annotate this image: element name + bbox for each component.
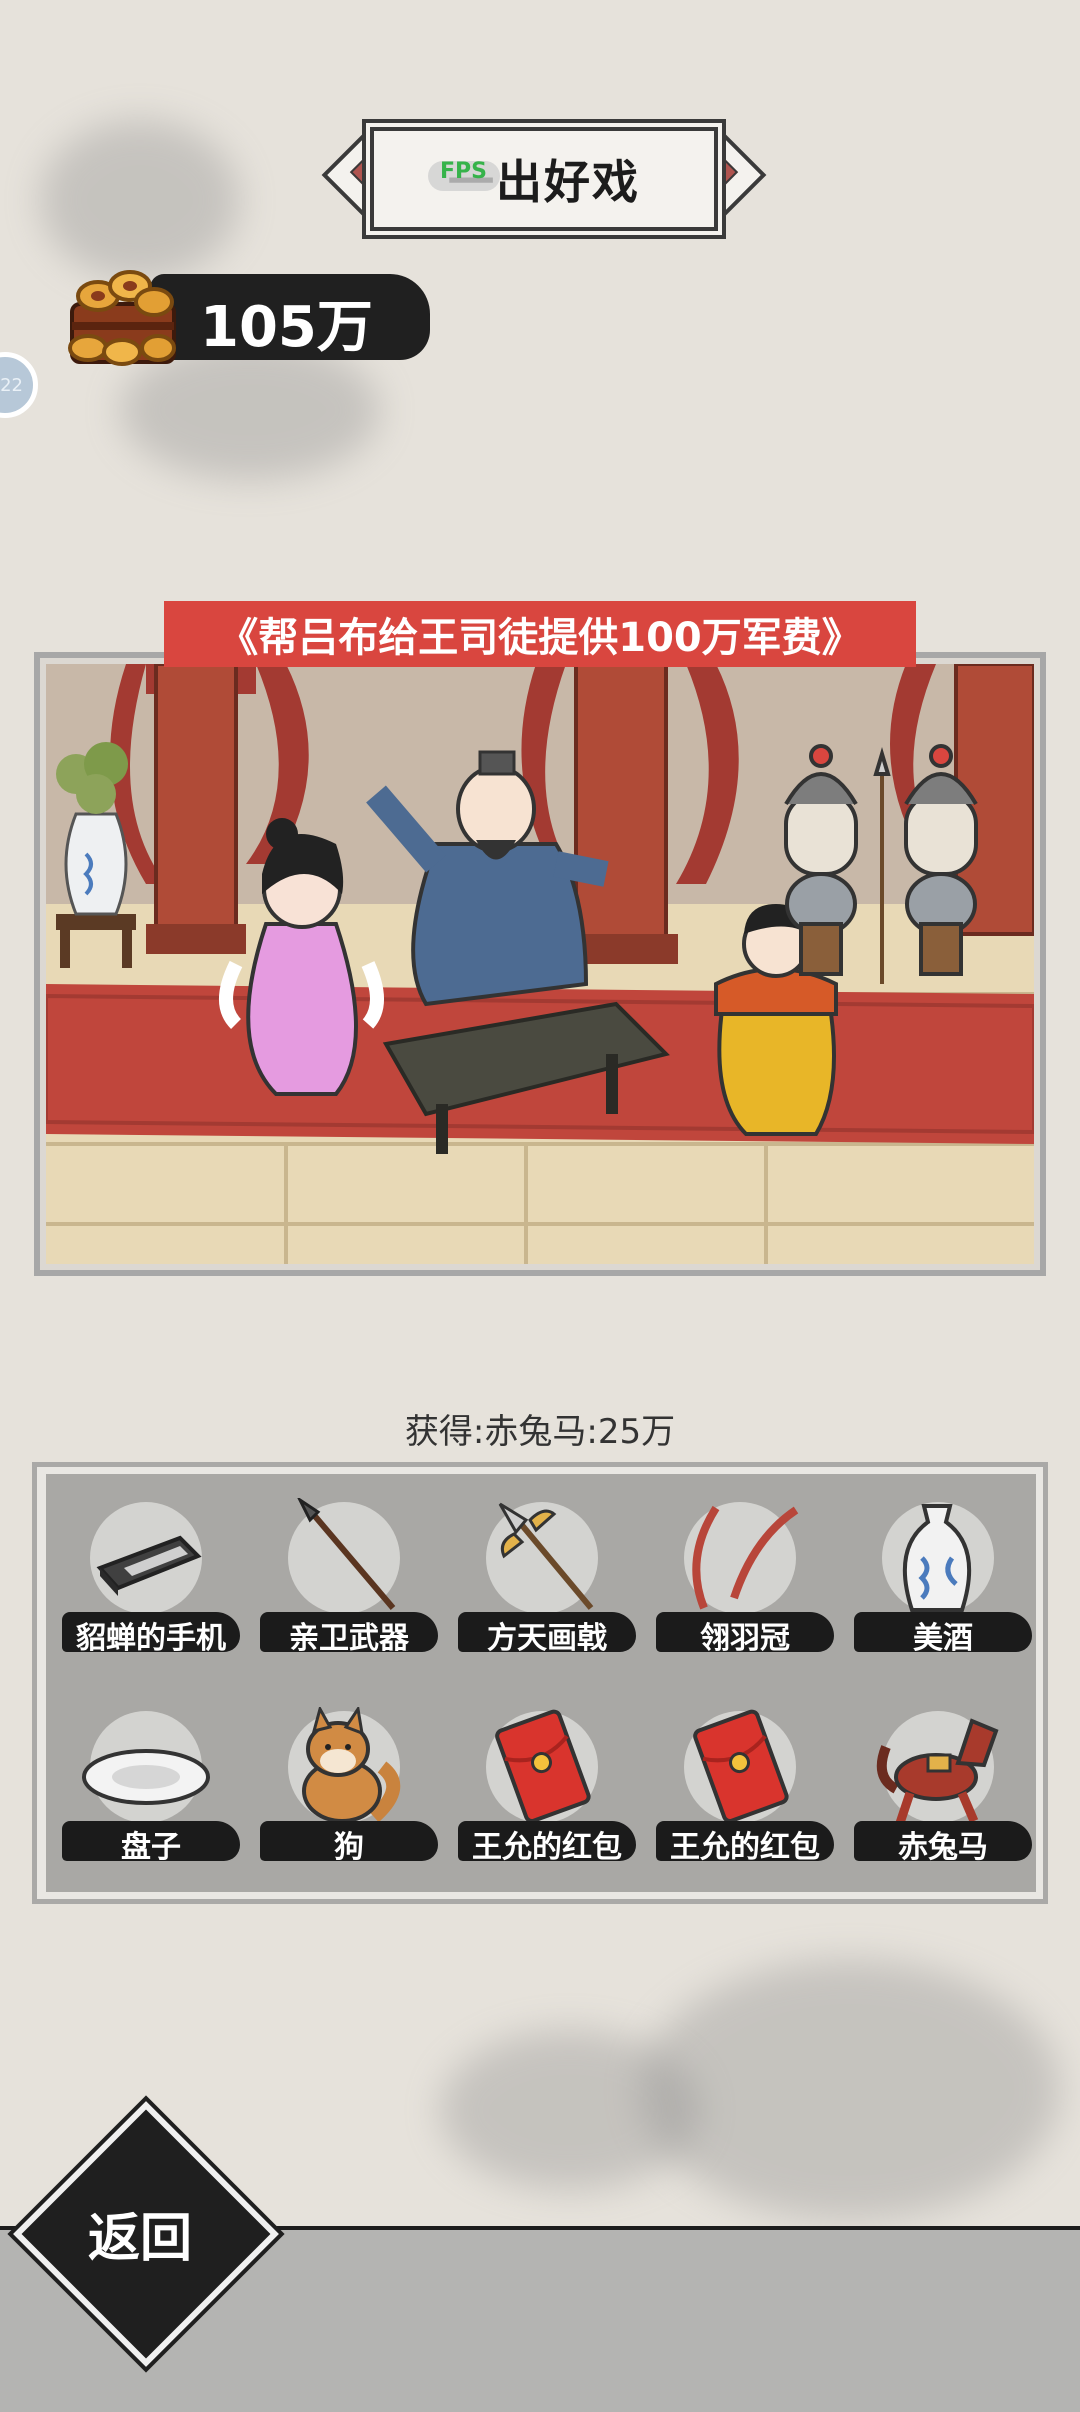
phone-icon — [96, 1535, 202, 1596]
fps-label: FPS — [440, 159, 487, 184]
inventory-slot-spear[interactable]: 亲卫武器 — [244, 1474, 442, 1683]
dog-icon — [302, 1707, 401, 1823]
inventory-item-label: 亲卫武器 — [289, 1621, 409, 1656]
inventory-item-label: 美酒 — [913, 1621, 973, 1656]
inventory-slot-red-envelope-1[interactable]: 王允的红包 — [442, 1683, 640, 1892]
inventory-slot-halberd[interactable]: 方天画戟 — [442, 1474, 640, 1683]
inventory-item-label: 王允的红包 — [670, 1830, 820, 1865]
title-plaque: FPS 一出好戏 — [370, 127, 718, 231]
wine-vase-icon — [902, 1504, 972, 1612]
red-envelope-icon — [693, 1709, 789, 1824]
story-scene[interactable] — [46, 664, 1034, 1264]
inventory-item-label: 方天画戟 — [487, 1621, 607, 1656]
feather-crown-icon — [692, 1505, 799, 1610]
ink-wash-decoration — [640, 1960, 1060, 2220]
side-badge-text: 22 — [0, 374, 23, 396]
quest-title: 《帮吕布给王司徒提供100万军费》 — [218, 615, 862, 661]
inventory-item-label: 狗 — [334, 1830, 364, 1865]
inventory-item-label: 王允的红包 — [472, 1830, 622, 1865]
back-button-label: 返回 — [87, 2209, 192, 2269]
reward-text: 获得:赤兔马:25万 — [404, 1412, 676, 1452]
inventory-item-label: 翎羽冠 — [700, 1621, 790, 1656]
spear-icon — [297, 1498, 396, 1610]
inventory-grid: 貂蝉的手机 亲卫武器 方天画戟 翎羽冠 美酒 盘子 狗 王允的红包 王允的红包 … — [46, 1474, 1036, 1892]
red-envelope-icon — [495, 1709, 591, 1824]
inventory-slot-plate[interactable]: 盘子 — [46, 1683, 244, 1892]
side-badge[interactable]: 22 — [0, 352, 38, 418]
halberd-icon — [498, 1502, 594, 1610]
coin-chest-icon — [68, 270, 176, 366]
quest-title-banner: 《帮吕布给王司徒提供100万军费》 — [164, 601, 916, 667]
inventory-slot-dog[interactable]: 狗 — [244, 1683, 442, 1892]
inventory-slot-horse[interactable]: 赤兔马 — [838, 1683, 1036, 1892]
inventory-slot-red-envelope-2[interactable]: 王允的红包 — [640, 1683, 838, 1892]
currency-value: 105万 — [200, 295, 373, 360]
plate-icon — [82, 1749, 210, 1805]
inventory-item-label: 赤兔马 — [898, 1830, 988, 1865]
ink-wash-decoration — [440, 2030, 700, 2190]
inventory-slot-feather-crown[interactable]: 翎羽冠 — [640, 1474, 838, 1683]
inventory-item-label: 貂蝉的手机 — [76, 1621, 226, 1656]
inventory-item-label: 盘子 — [121, 1830, 181, 1865]
horse-icon — [876, 1718, 999, 1825]
inventory-slot-wine[interactable]: 美酒 — [838, 1474, 1036, 1683]
inventory-slot-phone[interactable]: 貂蝉的手机 — [46, 1474, 244, 1683]
